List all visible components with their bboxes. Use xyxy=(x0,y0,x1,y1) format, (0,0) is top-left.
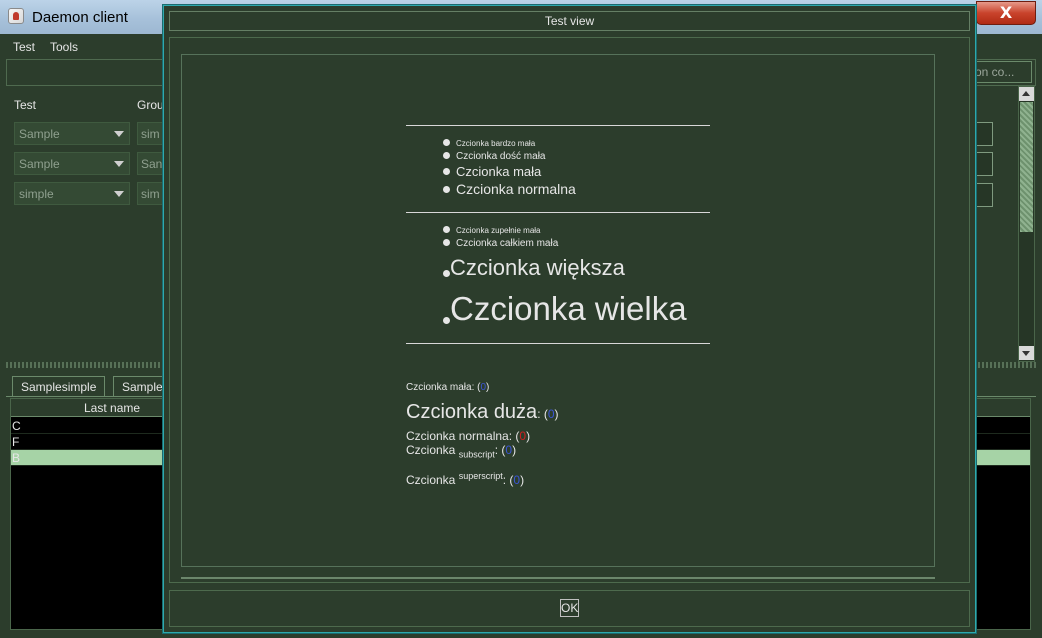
list-item-label: Czcionka mała xyxy=(456,164,542,179)
window-title: Daemon client xyxy=(32,9,128,26)
right-field-2[interactable] xyxy=(974,152,993,176)
value: 0 xyxy=(480,382,487,393)
bullet-icon xyxy=(443,168,450,176)
list-item-label: Czcionka normalna xyxy=(456,181,576,197)
list-item-label: Czcionka bardzo mała xyxy=(456,139,536,148)
test-combo-2[interactable]: Sample xyxy=(14,152,130,175)
divider-line xyxy=(406,343,710,344)
scroll-down-arrow-icon[interactable] xyxy=(1019,346,1034,360)
list-item: Czcionka bardzo mała xyxy=(443,139,536,148)
column-header-last-name[interactable]: Last name xyxy=(84,401,140,415)
bullet-icon xyxy=(443,185,450,193)
test-combo-3[interactable]: simple xyxy=(14,182,130,205)
value: 0 xyxy=(547,407,555,421)
value: 0 xyxy=(505,443,513,457)
list-item-label: Czcionka zupełnie mała xyxy=(456,226,541,235)
app-icon xyxy=(8,8,24,24)
test-label: Test xyxy=(14,98,37,112)
list-item: Czcionka wielka xyxy=(443,292,687,325)
font-line-normal: Czcionka normalna: (0) xyxy=(406,429,531,443)
bullet-icon xyxy=(443,139,450,147)
list-item-label: Czcionka dość mała xyxy=(456,151,546,162)
subscript-text: subscript xyxy=(458,449,495,460)
tab-sample[interactable]: Sample xyxy=(113,376,165,397)
line-label: Czcionka xyxy=(406,473,456,487)
scroll-thumb[interactable] xyxy=(1020,102,1033,232)
list-item-label: Czcionka wielka xyxy=(450,290,687,327)
menu-test[interactable]: Test xyxy=(13,40,35,54)
dialog-separator xyxy=(181,577,935,579)
chevron-down-icon xyxy=(114,161,124,167)
chevron-down-icon xyxy=(114,191,124,197)
bullet-icon xyxy=(443,269,450,277)
scroll-up-arrow-icon[interactable] xyxy=(1019,87,1034,101)
bullet-icon xyxy=(443,151,450,159)
chevron-down-icon xyxy=(114,131,124,137)
list-item: Czcionka dość mała xyxy=(443,152,545,162)
menu-tools[interactable]: Tools xyxy=(50,40,78,54)
line-label: Czcionka xyxy=(406,443,456,457)
list-item-label: Czcionka większa xyxy=(450,255,625,280)
list-item: Czcionka całkiem mała xyxy=(443,239,558,249)
bullet-icon xyxy=(443,226,450,234)
line-label: Czcionka mała xyxy=(406,382,472,393)
combo-value: Sample xyxy=(19,157,60,171)
group-label: Grou xyxy=(137,98,164,112)
superscript-text: superscript xyxy=(458,471,503,481)
value: 0 xyxy=(519,429,527,443)
value: 0 xyxy=(513,473,521,487)
right-field-1[interactable] xyxy=(974,122,993,146)
font-line-subscript: Czcionka subscript: (0) xyxy=(406,443,517,460)
test-combo-1[interactable]: Sample xyxy=(14,122,130,145)
bullet-icon xyxy=(443,316,450,324)
dialog-title: Test view xyxy=(544,14,595,28)
right-field-3[interactable] xyxy=(974,183,993,207)
list-item: Czcionka zupełnie mała xyxy=(443,226,541,235)
list-item-label: Czcionka całkiem mała xyxy=(456,238,559,249)
list-item: Czcionka większa xyxy=(443,257,625,279)
list-item: Czcionka mała xyxy=(443,165,541,178)
font-line-superscript: Czcionka superscript: (0) xyxy=(406,471,525,487)
list-item: Czcionka normalna xyxy=(443,182,576,196)
font-line-small: Czcionka mała: (0) xyxy=(406,382,490,393)
font-line-large: Czcionka duża: (0) xyxy=(406,401,559,423)
line-label: Czcionka duża xyxy=(406,401,538,423)
tab-samplesimple[interactable]: Samplesimple xyxy=(12,376,106,397)
line-label: Czcionka normalna xyxy=(406,429,509,443)
close-window-button[interactable]: X xyxy=(976,1,1036,25)
combo-value: Sample xyxy=(19,127,60,141)
combo-value: simple xyxy=(19,187,54,201)
ok-button[interactable]: OK xyxy=(560,599,579,617)
divider-line xyxy=(406,212,710,213)
divider-line xyxy=(406,125,710,126)
bullet-icon xyxy=(443,238,450,246)
